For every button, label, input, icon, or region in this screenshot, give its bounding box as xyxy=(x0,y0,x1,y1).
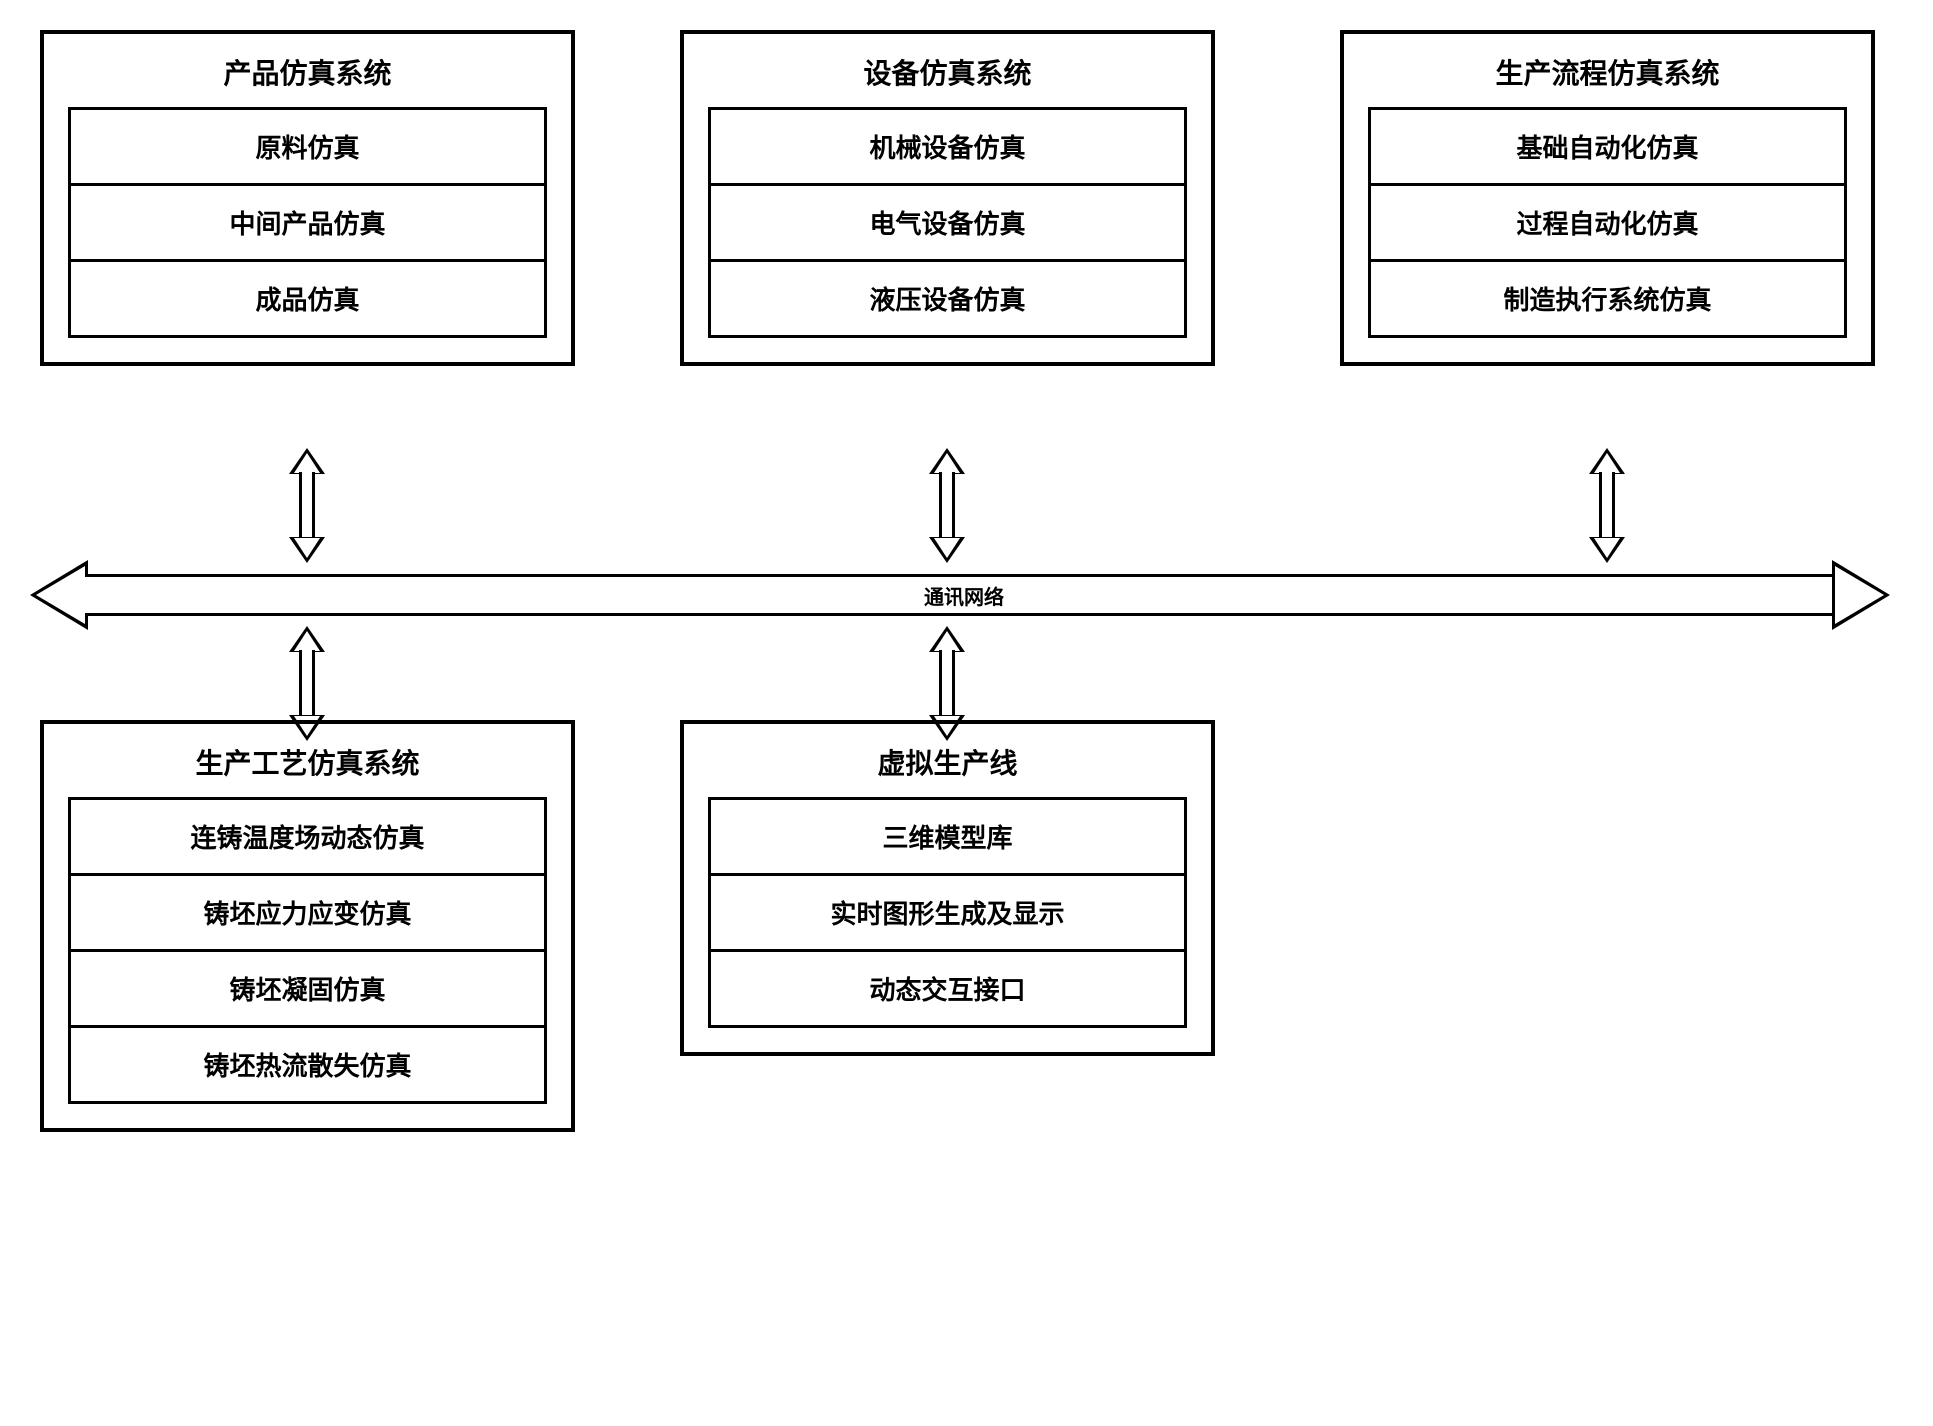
item-box: 过程自动化仿真 xyxy=(1368,183,1847,262)
item-box: 连铸温度场动态仿真 xyxy=(68,797,547,876)
item-box: 铸坯应力应变仿真 xyxy=(68,873,547,952)
item-box: 电气设备仿真 xyxy=(708,183,1187,262)
connector-arrow-icon xyxy=(929,448,965,563)
item-box: 成品仿真 xyxy=(68,259,547,338)
item-box: 制造执行系统仿真 xyxy=(1368,259,1847,338)
system-title-virtual: 虚拟生产线 xyxy=(708,742,1187,782)
item-box: 机械设备仿真 xyxy=(708,107,1187,186)
bus-arrow: 通讯网络 xyxy=(30,560,1890,630)
item-box: 三维模型库 xyxy=(708,797,1187,876)
system-title-flow: 生产流程仿真系统 xyxy=(1368,52,1847,92)
item-box: 原料仿真 xyxy=(68,107,547,186)
item-box: 中间产品仿真 xyxy=(68,183,547,262)
item-box: 实时图形生成及显示 xyxy=(708,873,1187,952)
item-box: 铸坯热流散失仿真 xyxy=(68,1025,547,1104)
connector-arrow-icon xyxy=(289,448,325,563)
diagram-canvas: 产品仿真系统 原料仿真 中间产品仿真 成品仿真 设备仿真系统 机械设备仿真 电气… xyxy=(20,20,1913,1406)
system-box-virtual: 虚拟生产线 三维模型库 实时图形生成及显示 动态交互接口 xyxy=(680,720,1215,1056)
system-box-equipment: 设备仿真系统 机械设备仿真 电气设备仿真 液压设备仿真 xyxy=(680,30,1215,366)
system-title-product: 产品仿真系统 xyxy=(68,52,547,92)
item-box: 铸坯凝固仿真 xyxy=(68,949,547,1028)
system-box-process: 生产工艺仿真系统 连铸温度场动态仿真 铸坯应力应变仿真 铸坯凝固仿真 铸坯热流散… xyxy=(40,720,575,1132)
item-box: 动态交互接口 xyxy=(708,949,1187,1028)
system-box-flow: 生产流程仿真系统 基础自动化仿真 过程自动化仿真 制造执行系统仿真 xyxy=(1340,30,1875,366)
item-box: 基础自动化仿真 xyxy=(1368,107,1847,186)
system-box-product: 产品仿真系统 原料仿真 中间产品仿真 成品仿真 xyxy=(40,30,575,366)
system-title-equipment: 设备仿真系统 xyxy=(708,52,1187,92)
connector-arrow-icon xyxy=(1589,448,1625,563)
bus-label: 通讯网络 xyxy=(924,581,1004,610)
system-title-process: 生产工艺仿真系统 xyxy=(68,742,547,782)
item-box: 液压设备仿真 xyxy=(708,259,1187,338)
